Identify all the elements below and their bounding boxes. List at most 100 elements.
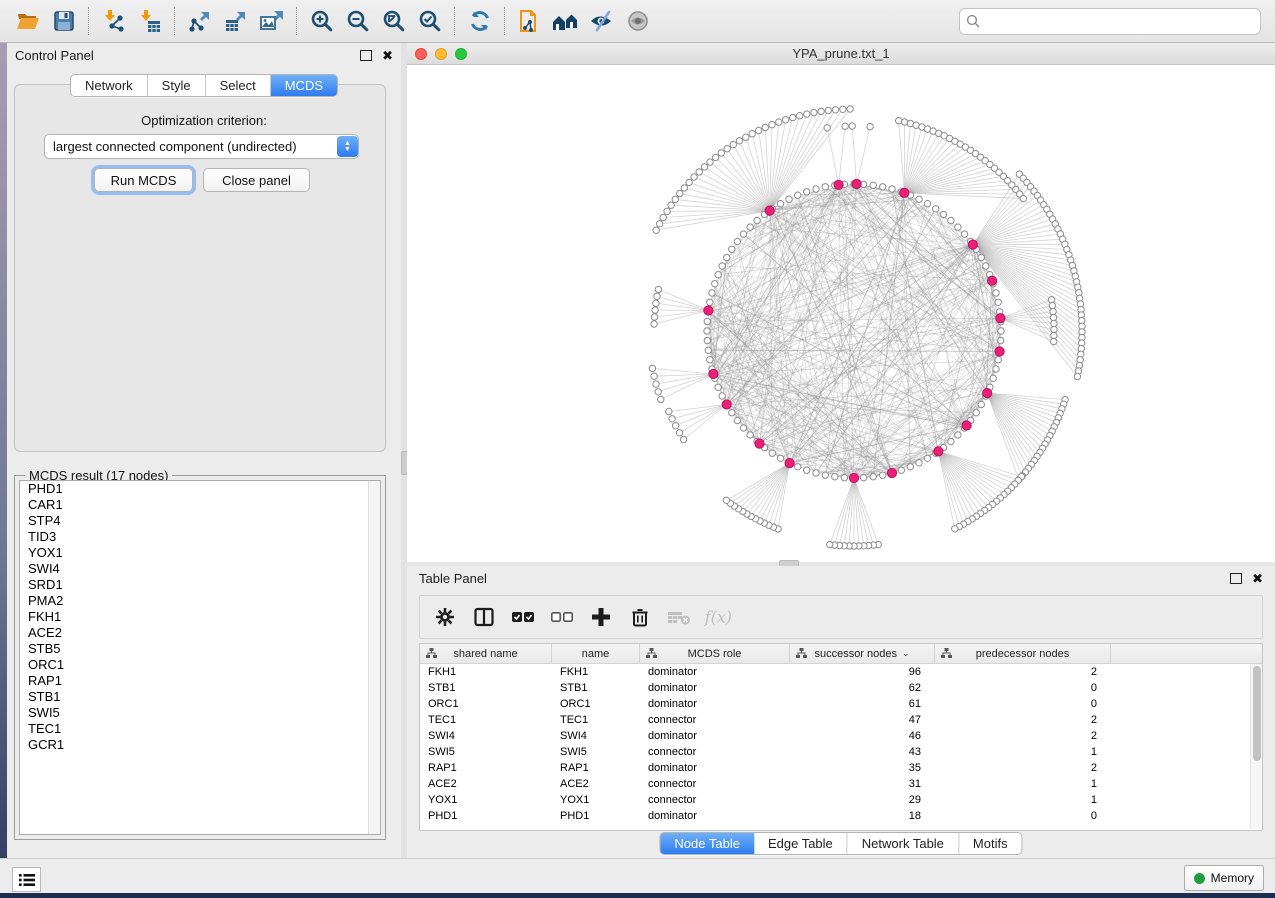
table-cell[interactable]: 2	[935, 760, 1111, 776]
mcds-hub-node[interactable]	[996, 314, 1005, 323]
hide-selected-icon[interactable]	[584, 4, 620, 38]
mcds-hub-node[interactable]	[900, 188, 909, 197]
network-node[interactable]	[707, 159, 713, 165]
table-cell[interactable]: TEC1	[552, 712, 640, 728]
network-node[interactable]	[1051, 326, 1057, 332]
table-row[interactable]: RAP1RAP1dominator352	[420, 760, 1262, 776]
network-node[interactable]	[955, 224, 961, 230]
tab-motifs[interactable]: Motifs	[959, 833, 1022, 854]
search-input[interactable]	[985, 13, 1254, 29]
select-all-icon[interactable]	[508, 602, 538, 632]
network-node[interactable]	[916, 460, 922, 466]
table-cell[interactable]: dominator	[640, 680, 790, 696]
network-node[interactable]	[680, 436, 686, 442]
network-node[interactable]	[734, 417, 740, 423]
network-node[interactable]	[660, 214, 666, 220]
network-node[interactable]	[832, 474, 838, 480]
mcds-result-item[interactable]: TEC1	[20, 721, 380, 737]
table-cell[interactable]: 61	[790, 696, 935, 712]
network-node[interactable]	[715, 272, 721, 278]
table-cell[interactable]: dominator	[640, 664, 790, 680]
column-header-MCDS-role[interactable]: MCDS role	[640, 644, 790, 663]
network-node[interactable]	[1051, 320, 1057, 326]
network-node[interactable]	[948, 438, 954, 444]
close-panel-icon[interactable]: ✖	[1252, 572, 1263, 585]
column-header-predecessor-nodes[interactable]: predecessor nodes	[935, 644, 1111, 663]
network-node[interactable]	[723, 497, 729, 503]
mcds-result-item[interactable]: SWI5	[20, 705, 380, 721]
network-node[interactable]	[655, 389, 661, 395]
network-node[interactable]	[740, 231, 746, 237]
mcds-hub-node[interactable]	[962, 421, 971, 430]
network-node[interactable]	[998, 337, 1004, 343]
network-node[interactable]	[1051, 332, 1057, 338]
network-node[interactable]	[651, 321, 657, 327]
table-cell[interactable]: 0	[935, 696, 1111, 712]
mcds-result-item[interactable]: SRD1	[20, 577, 380, 593]
network-node[interactable]	[822, 184, 828, 190]
network-node[interactable]	[677, 190, 683, 196]
network-node[interactable]	[719, 263, 725, 269]
network-node[interactable]	[769, 122, 775, 128]
network-node[interactable]	[676, 430, 682, 436]
network-node[interactable]	[1049, 302, 1055, 308]
network-canvas[interactable]	[407, 64, 1275, 562]
network-node[interactable]	[704, 318, 710, 324]
table-cell[interactable]: SWI5	[420, 744, 552, 760]
gear-icon[interactable]	[430, 602, 460, 632]
network-node[interactable]	[795, 464, 801, 470]
network-node[interactable]	[736, 138, 742, 144]
network-node[interactable]	[672, 196, 678, 202]
mcds-result-item[interactable]: PMA2	[20, 593, 380, 609]
network-node[interactable]	[860, 475, 866, 481]
column-header-successor-nodes[interactable]: successor nodes⌄	[790, 644, 935, 663]
network-node[interactable]	[993, 290, 999, 296]
network-node[interactable]	[729, 246, 735, 252]
import-table-icon[interactable]	[132, 4, 168, 38]
network-node[interactable]	[747, 224, 753, 230]
network-node[interactable]	[730, 142, 736, 148]
table-cell[interactable]: connector	[640, 712, 790, 728]
table-cell[interactable]: 35	[790, 760, 935, 776]
table-row[interactable]: TEC1TEC1connector472	[420, 712, 1262, 728]
table-cell[interactable]: connector	[640, 744, 790, 760]
table-cell[interactable]: ACE2	[552, 776, 640, 792]
mcds-result-item[interactable]: ACE2	[20, 625, 380, 641]
table-cell[interactable]: 43	[790, 744, 935, 760]
mcds-hub-node[interactable]	[995, 347, 1004, 356]
tab-edge-table[interactable]: Edge Table	[754, 833, 848, 854]
table-cell[interactable]: YOX1	[552, 792, 640, 808]
zoom-in-icon[interactable]	[304, 4, 340, 38]
mcds-hub-node[interactable]	[755, 439, 764, 448]
table-cell[interactable]: 96	[790, 664, 935, 680]
float-panel-icon[interactable]	[1230, 573, 1242, 584]
tab-mcds[interactable]: MCDS	[271, 75, 337, 96]
network-node[interactable]	[756, 127, 762, 133]
new-network-from-selection-icon[interactable]	[512, 4, 548, 38]
refresh-icon[interactable]	[462, 4, 498, 38]
table-cell[interactable]: 18	[790, 808, 935, 824]
network-node[interactable]	[993, 366, 999, 372]
table-scrollbar[interactable]	[1250, 664, 1262, 829]
tab-select[interactable]: Select	[206, 75, 271, 96]
network-node[interactable]	[701, 164, 707, 170]
table-cell[interactable]: 1	[935, 776, 1111, 792]
export-image-icon[interactable]	[254, 4, 290, 38]
table-cell[interactable]: FKH1	[552, 664, 640, 680]
network-node[interactable]	[870, 474, 876, 480]
mcds-result-item[interactable]: GCR1	[20, 737, 380, 753]
network-node[interactable]	[672, 423, 678, 429]
network-node[interactable]	[724, 254, 730, 260]
network-node[interactable]	[749, 131, 755, 137]
table-cell[interactable]: 1	[935, 792, 1111, 808]
network-node[interactable]	[777, 201, 783, 207]
mcds-hub-node[interactable]	[983, 389, 992, 398]
network-node[interactable]	[889, 186, 895, 192]
mcds-hub-node[interactable]	[934, 447, 943, 456]
network-node[interactable]	[783, 117, 789, 123]
network-node[interactable]	[804, 189, 810, 195]
table-row[interactable]: FKH1FKH1dominator962	[420, 664, 1262, 680]
column-header-shared-name[interactable]: shared name	[420, 644, 552, 663]
criterion-dropdown[interactable]: largest connected component (undirected)…	[44, 134, 359, 159]
show-all-icon[interactable]	[620, 4, 656, 38]
